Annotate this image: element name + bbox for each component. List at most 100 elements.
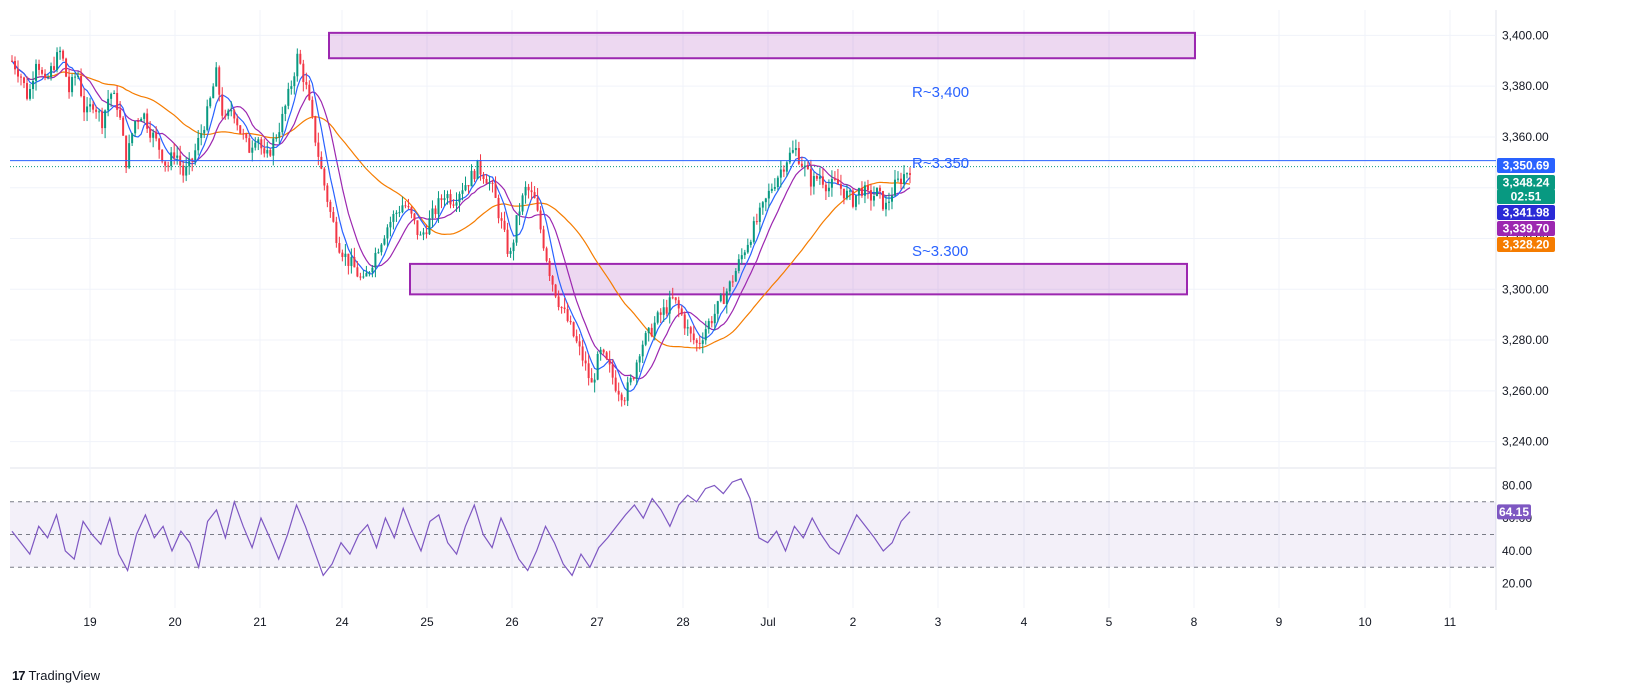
candle-body — [797, 148, 800, 164]
candle-body — [293, 76, 296, 87]
candle-body — [779, 169, 782, 178]
candle-body — [890, 195, 893, 202]
candle-body — [161, 149, 164, 162]
candle-body — [878, 187, 881, 192]
candle-body — [230, 110, 233, 112]
candle-body — [755, 221, 758, 223]
candle-body — [830, 178, 833, 188]
candle-body — [875, 187, 878, 197]
candle-body — [119, 109, 122, 118]
candle-body — [596, 353, 599, 380]
candle-body — [50, 66, 53, 78]
candle-body — [896, 178, 899, 180]
x-tick-label: 2 — [850, 615, 857, 629]
rsi-y-tick-label: 40.00 — [1502, 544, 1532, 558]
x-tick-label: 21 — [253, 615, 267, 629]
candle-body — [149, 128, 152, 138]
tradingview-logo[interactable]: 17 TradingView — [12, 668, 100, 683]
candle-body — [581, 346, 584, 361]
candle-body — [773, 187, 776, 189]
candle-body — [593, 379, 596, 383]
candle-body — [383, 238, 386, 245]
y-tick-label: 3,360.00 — [1502, 130, 1549, 144]
candle-body — [263, 148, 266, 154]
rsi-pane — [10, 478, 1496, 577]
candle-body — [314, 116, 317, 143]
candle-body — [338, 243, 341, 253]
candle-body — [77, 75, 80, 77]
candle-body — [104, 110, 107, 129]
candle-body — [824, 184, 827, 192]
candle-body — [167, 165, 170, 167]
candle-body — [401, 205, 404, 213]
candle-body — [305, 82, 308, 85]
candle-body — [341, 252, 344, 257]
candle-body — [515, 215, 518, 243]
candle-body — [599, 349, 602, 354]
candle-body — [32, 80, 35, 89]
candle-body — [836, 178, 839, 185]
chart-canvas[interactable]: R~3,400S~3.300R~3.350 19 20 21 24 25 26 27 28 Ju… — [0, 0, 1628, 694]
candle-body — [323, 168, 326, 186]
candle-body — [476, 159, 479, 180]
x-tick-label: 11 — [1444, 615, 1457, 629]
candle-body — [887, 201, 890, 203]
candle-body — [251, 147, 254, 153]
candle-body — [668, 297, 671, 314]
candle-body — [884, 202, 887, 210]
y-tick-label: 3,300.00 — [1502, 282, 1549, 296]
candle-body — [311, 99, 314, 117]
candle-body — [212, 86, 215, 99]
candle-body — [671, 297, 674, 299]
candle-body — [758, 207, 761, 222]
candle-body — [524, 186, 527, 196]
candle-body — [209, 98, 212, 107]
candle-body — [752, 221, 755, 242]
x-tick-label: 28 — [676, 615, 690, 629]
candle-body — [833, 178, 836, 180]
candle-body — [629, 377, 632, 383]
x-tick-label: 3 — [935, 615, 942, 629]
candle-body — [14, 60, 17, 70]
candle-body — [125, 135, 128, 168]
price-badge-text: 3,328.20 — [1503, 238, 1550, 252]
candle-body — [182, 165, 185, 176]
candle-body — [734, 270, 737, 282]
candle-body — [530, 190, 533, 193]
candle-body — [782, 169, 785, 172]
candle-body — [413, 213, 416, 221]
x-tick-label: 27 — [590, 615, 604, 629]
candle-body — [509, 251, 512, 254]
y-tick-label: 3,260.00 — [1502, 384, 1549, 398]
candle-body — [560, 307, 563, 309]
candle-body — [425, 232, 428, 235]
candle-body — [329, 201, 332, 212]
candle-body — [422, 232, 425, 235]
candle-body — [110, 93, 113, 99]
candle-body — [134, 121, 137, 134]
candle-body — [350, 257, 353, 266]
candle-body — [284, 105, 287, 114]
candle-body — [434, 208, 437, 215]
candle-body — [569, 320, 572, 323]
candle-body — [572, 322, 575, 337]
candle-body — [473, 170, 476, 180]
candle-body — [431, 208, 434, 219]
candle-body — [899, 178, 902, 185]
candle-body — [464, 185, 467, 191]
candle-body — [731, 281, 734, 283]
candle-body — [74, 76, 77, 78]
candle-body — [326, 185, 329, 202]
candle-body — [173, 152, 176, 158]
zones-layer — [328, 31, 1196, 296]
candle-body — [281, 113, 284, 133]
y-tick-label: 3,280.00 — [1502, 333, 1549, 347]
candle-body — [905, 173, 908, 175]
candle-body — [863, 185, 866, 196]
candle-body — [260, 139, 263, 149]
candle-body — [854, 195, 857, 207]
price-badge-text: 3,348.24 — [1503, 176, 1550, 190]
candle-body — [368, 272, 371, 274]
candle-body — [563, 307, 566, 310]
candle-body — [20, 76, 23, 78]
